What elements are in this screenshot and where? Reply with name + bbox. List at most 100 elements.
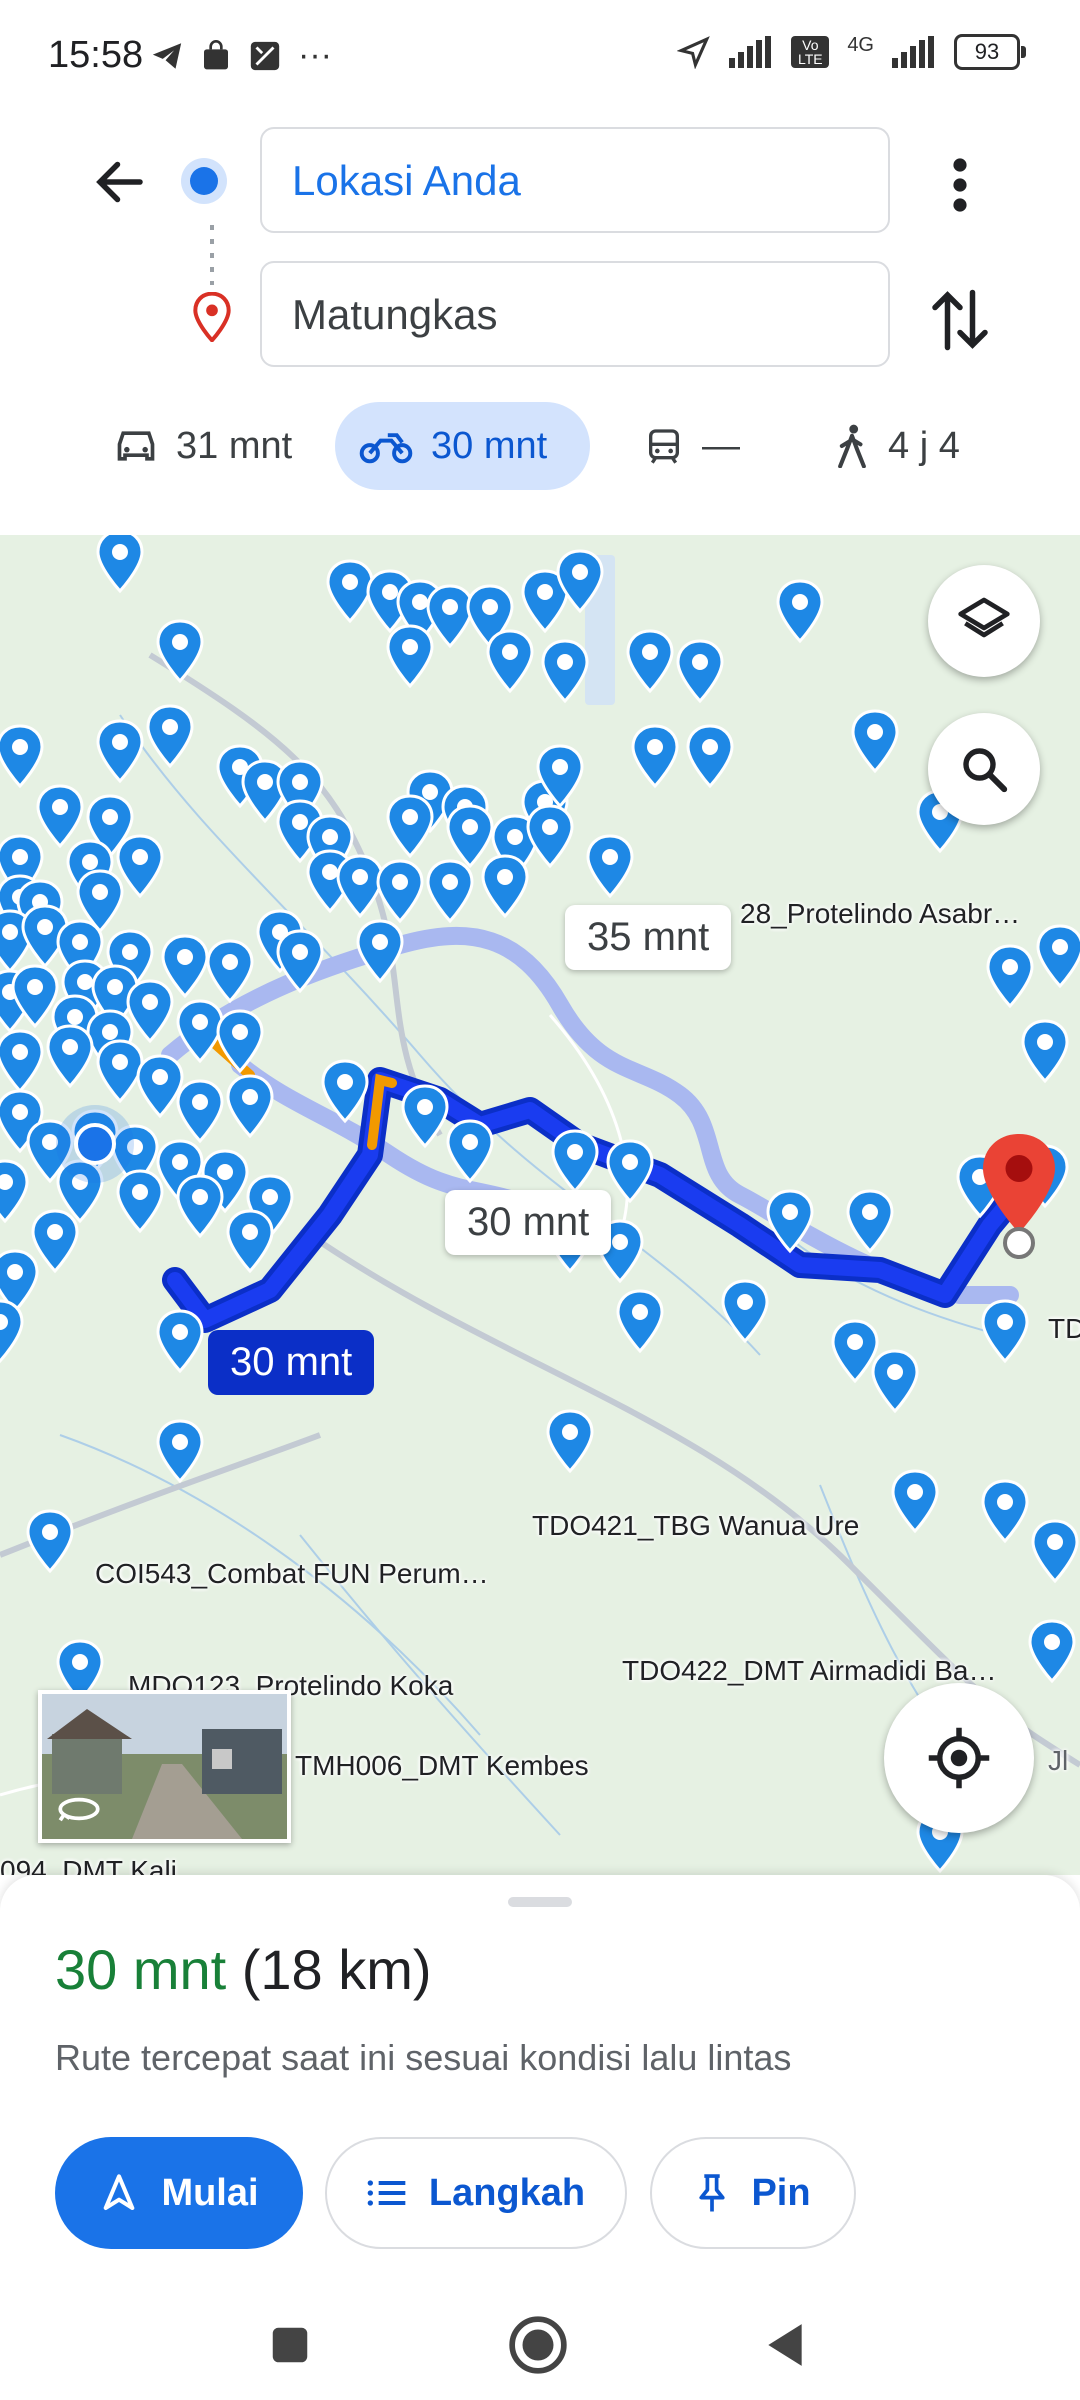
poi-pin-icon[interactable] <box>776 579 824 644</box>
route-time-alt1[interactable]: 35 mnt <box>565 905 732 970</box>
poi-pin-icon[interactable] <box>146 704 194 769</box>
poi-pin-icon[interactable] <box>486 629 534 694</box>
back-button[interactable] <box>745 2305 825 2385</box>
poi-pin-icon[interactable] <box>96 1039 144 1104</box>
poi-pin-icon[interactable] <box>546 1409 594 1474</box>
poi-pin-icon[interactable] <box>551 1129 599 1194</box>
poi-pin-icon[interactable] <box>1036 924 1080 989</box>
poi-pin-icon[interactable] <box>276 929 324 994</box>
poi-pin-icon[interactable] <box>26 1509 74 1574</box>
poi-pin-icon[interactable] <box>386 794 434 859</box>
start-navigation-button[interactable]: Mulai <box>55 2137 303 2249</box>
poi-pin-icon[interactable] <box>31 1209 79 1274</box>
tab-transit[interactable]: — <box>620 402 760 490</box>
map-label[interactable]: COI543_Combat FUN Perum… <box>95 1558 489 1590</box>
origin-input[interactable]: Lokasi Anda <box>260 127 890 233</box>
poi-pin-icon[interactable] <box>336 854 384 919</box>
poi-pin-icon[interactable] <box>481 854 529 919</box>
search-along-route-button[interactable] <box>928 713 1040 825</box>
recenter-button[interactable] <box>884 1683 1034 1833</box>
poi-pin-icon[interactable] <box>156 1309 204 1374</box>
map-label[interactable]: TDO421_TBG Wanua Ure <box>532 1510 859 1542</box>
poi-pin-icon[interactable] <box>426 859 474 924</box>
poi-pin-icon[interactable] <box>96 719 144 784</box>
poi-pin-icon[interactable] <box>766 1189 814 1254</box>
poi-pin-icon[interactable] <box>356 919 404 984</box>
poi-pin-icon[interactable] <box>891 1469 939 1534</box>
poi-pin-icon[interactable] <box>686 724 734 789</box>
map-label[interactable]: 28_Protelindo Asabr… <box>740 898 1020 930</box>
poi-pin-icon[interactable] <box>136 1054 184 1119</box>
poi-pin-icon[interactable] <box>321 1059 369 1124</box>
map-label[interactable]: TMH006_DMT Kembes <box>295 1750 589 1782</box>
swap-icon[interactable] <box>930 285 990 355</box>
poi-pin-icon[interactable] <box>156 619 204 684</box>
poi-pin-icon[interactable] <box>871 1349 919 1414</box>
poi-pin-icon[interactable] <box>606 1139 654 1204</box>
poi-pin-icon[interactable] <box>986 944 1034 1009</box>
poi-pin-icon[interactable] <box>176 1174 224 1239</box>
home-button[interactable] <box>498 2305 578 2385</box>
poi-pin-icon[interactable] <box>206 939 254 1004</box>
poi-pin-icon[interactable] <box>446 804 494 869</box>
poi-pin-icon[interactable] <box>526 804 574 869</box>
poi-pin-icon[interactable] <box>156 1419 204 1484</box>
route-time-alt2[interactable]: 30 mnt <box>445 1190 612 1255</box>
poi-pin-icon[interactable] <box>126 979 174 1044</box>
tab-motorcycle[interactable]: 30 mnt <box>335 402 590 490</box>
poi-pin-icon[interactable] <box>36 784 84 849</box>
pin-button[interactable]: Pin <box>650 2137 856 2249</box>
route-time-selected[interactable]: 30 mnt <box>208 1330 375 1395</box>
back-arrow-icon[interactable] <box>90 152 150 212</box>
poi-pin-icon[interactable] <box>616 1289 664 1354</box>
poi-pin-icon[interactable] <box>1028 1619 1076 1684</box>
more-options-icon[interactable] <box>935 155 985 215</box>
poi-pin-icon[interactable] <box>176 1079 224 1144</box>
poi-pin-icon[interactable] <box>676 639 724 704</box>
poi-pin-icon[interactable] <box>161 934 209 999</box>
map-label[interactable]: TDO422_DMT Airmadidi Ba… <box>622 1655 997 1687</box>
poi-pin-icon[interactable] <box>226 1209 274 1274</box>
poi-pin-icon[interactable] <box>981 1299 1029 1364</box>
poi-pin-icon[interactable] <box>401 1084 449 1149</box>
poi-pin-icon[interactable] <box>1021 1019 1069 1084</box>
poi-pin-icon[interactable] <box>226 1074 274 1139</box>
tab-walk[interactable]: 4 j 4 <box>810 402 1010 490</box>
sheet-drag-handle[interactable] <box>508 1897 572 1907</box>
poi-pin-icon[interactable] <box>1031 1519 1079 1584</box>
map-view[interactable]: 30 mnt 35 mnt 30 mnt 28_Protelindo Asabr… <box>0 535 1080 1875</box>
poi-pin-icon[interactable] <box>631 724 679 789</box>
poi-pin-icon[interactable] <box>0 1299 24 1364</box>
poi-pin-icon[interactable] <box>326 559 374 624</box>
poi-pin-icon[interactable] <box>0 724 44 789</box>
poi-pin-icon[interactable] <box>216 1009 264 1074</box>
poi-pin-icon[interactable] <box>0 1159 29 1224</box>
poi-pin-icon[interactable] <box>426 584 474 649</box>
poi-pin-icon[interactable] <box>541 639 589 704</box>
poi-pin-icon[interactable] <box>851 709 899 774</box>
poi-pin-icon[interactable] <box>721 1279 769 1344</box>
route-bottom-sheet[interactable]: 30 mnt (18 km) Rute tercepat saat ini se… <box>0 1875 1080 2285</box>
poi-pin-icon[interactable] <box>446 1119 494 1184</box>
map-label[interactable]: TD <box>1048 1313 1080 1345</box>
poi-pin-icon[interactable] <box>116 1169 164 1234</box>
poi-pin-icon[interactable] <box>46 1024 94 1089</box>
poi-pin-icon[interactable] <box>586 834 634 899</box>
poi-pin-icon[interactable] <box>626 629 674 694</box>
poi-pin-icon[interactable] <box>176 999 224 1064</box>
destination-input[interactable]: Matungkas <box>260 261 890 367</box>
poi-pin-icon[interactable] <box>116 834 164 899</box>
poi-pin-icon[interactable] <box>0 1029 44 1094</box>
poi-pin-icon[interactable] <box>96 535 144 594</box>
tab-car[interactable]: 31 mnt <box>90 402 320 490</box>
poi-pin-icon[interactable] <box>981 1479 1029 1544</box>
poi-pin-icon[interactable] <box>846 1189 894 1254</box>
map-label[interactable]: 094_DMT Kali <box>0 1855 177 1875</box>
poi-pin-icon[interactable] <box>376 859 424 924</box>
poi-pin-icon[interactable] <box>831 1319 879 1384</box>
street-view-thumbnail[interactable] <box>38 1690 291 1843</box>
map-label[interactable]: Jl <box>1048 1745 1068 1777</box>
recents-button[interactable] <box>250 2305 330 2385</box>
steps-button[interactable]: Langkah <box>325 2137 627 2249</box>
poi-pin-icon[interactable] <box>386 624 434 689</box>
